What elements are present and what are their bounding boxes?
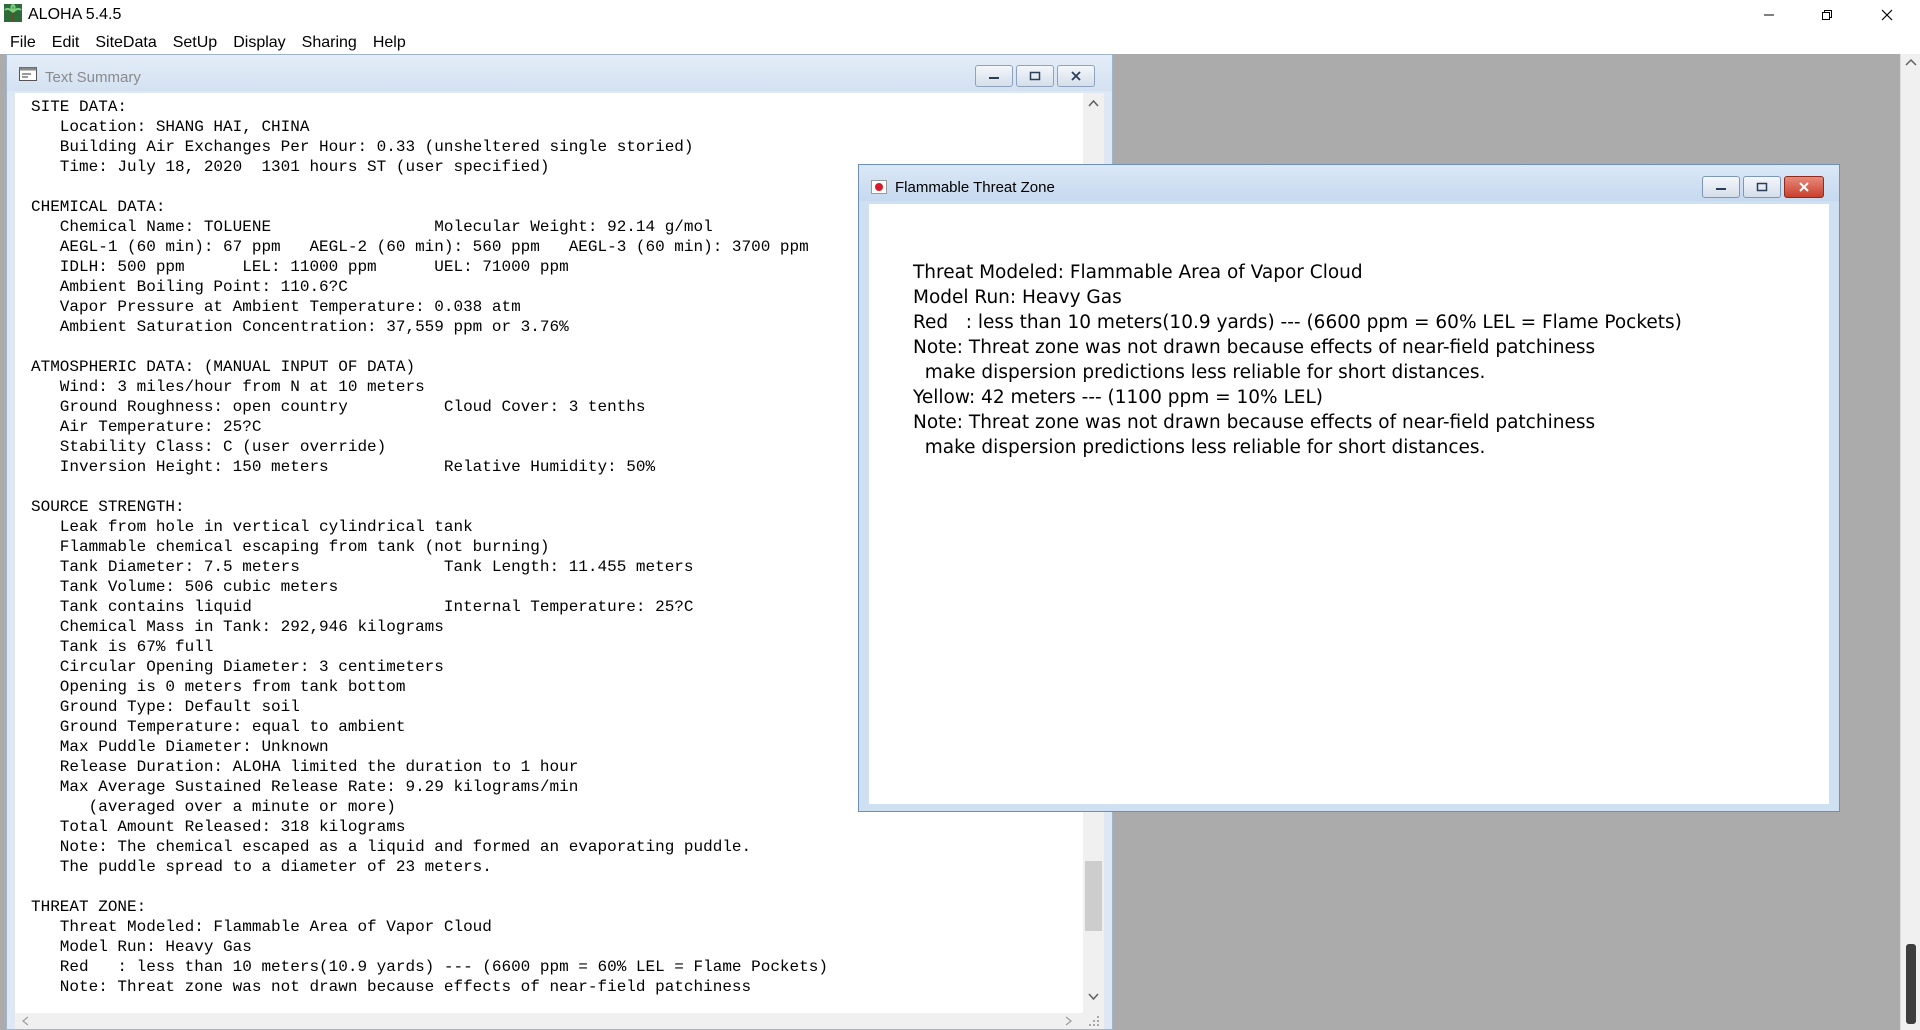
restore-icon <box>1822 10 1832 20</box>
palm-tree-icon <box>4 4 22 22</box>
menu-sitedata[interactable]: SiteData <box>87 32 164 54</box>
summary-line: Ground Roughness: open country Cloud Cov… <box>59 398 646 416</box>
menu-display[interactable]: Display <box>225 32 293 54</box>
threat-zone-line: make dispersion predictions less reliabl… <box>913 437 1486 458</box>
minimize-icon <box>1764 14 1774 16</box>
summary-line: Opening is 0 meters from tank bottom <box>59 678 406 696</box>
summary-line: Wind: 3 miles/hour from N at 10 meters <box>59 378 425 396</box>
summary-line: Note: The chemical escaped as a liquid a… <box>59 838 752 856</box>
summary-scroll-thumb[interactable] <box>1085 861 1102 931</box>
workspace-scroll-thumb[interactable] <box>1906 944 1916 1024</box>
summary-line: SOURCE STRENGTH: <box>31 498 185 516</box>
japan-flag-icon <box>871 180 887 194</box>
menu-file[interactable]: File <box>2 32 44 54</box>
summary-line: THREAT ZONE: <box>31 898 147 916</box>
scroll-up-icon[interactable] <box>1088 99 1099 107</box>
summary-line: Red : less than 10 meters(10.9 yards) --… <box>59 958 828 976</box>
app-close-button[interactable] <box>1864 0 1910 30</box>
scroll-up-icon[interactable] <box>1905 58 1917 66</box>
text-summary-title: Text Summary <box>45 69 141 86</box>
summary-line: Ground Type: Default soil <box>59 698 300 716</box>
summary-line: Max Average Sustained Release Rate: 9.29… <box>59 778 579 796</box>
summary-line: Leak from hole in vertical cylindrical t… <box>59 518 473 536</box>
summary-line: Note: Threat zone was not drawn because … <box>59 978 752 996</box>
summary-line: The puddle spread to a diameter of 23 me… <box>59 858 492 876</box>
flammable-threat-zone-window: Flammable Threat Zone Threat Modeled: Fl… <box>858 164 1840 812</box>
summary-line: Threat Modeled: Flammable Area of Vapor … <box>59 918 492 936</box>
summary-line: Max Puddle Diameter: Unknown <box>59 738 329 756</box>
summary-line: Tank Diameter: 7.5 meters Tank Length: 1… <box>59 558 694 576</box>
text-summary-titlebar[interactable]: Text Summary <box>7 55 1112 91</box>
threat-zone-content: Threat Modeled: Flammable Area of Vapor … <box>869 204 1829 804</box>
summary-line: Flammable chemical escaping from tank (n… <box>59 538 550 556</box>
threat-close-button[interactable] <box>1784 176 1824 198</box>
summary-line: Ambient Saturation Concentration: 37,559… <box>59 318 569 336</box>
menu-sharing[interactable]: Sharing <box>294 32 365 54</box>
threat-zone-text: Threat Modeled: Flammable Area of Vapor … <box>913 260 1682 460</box>
workspace-scrollbar[interactable] <box>1900 54 1920 1030</box>
summary-line: IDLH: 500 ppm LEL: 11000 ppm UEL: 71000 … <box>59 258 569 276</box>
summary-line: Inversion Height: 150 meters Relative Hu… <box>59 458 656 476</box>
summary-line: Circular Opening Diameter: 3 centimeters <box>59 658 444 676</box>
summary-line: Ambient Boiling Point: 110.6?C <box>59 278 348 296</box>
summary-line: Building Air Exchanges Per Hour: 0.33 (u… <box>59 138 694 156</box>
menu-setup[interactable]: SetUp <box>165 32 225 54</box>
menu-edit[interactable]: Edit <box>44 32 88 54</box>
minimize-icon <box>1716 188 1726 190</box>
summary-line: Air Temperature: 25?C <box>59 418 262 436</box>
app-restore-button[interactable] <box>1804 0 1850 30</box>
minimize-icon <box>989 77 999 79</box>
summary-line: ATMOSPHERIC DATA: (MANUAL INPUT OF DATA) <box>31 358 416 376</box>
size-grip[interactable] <box>1083 1013 1104 1029</box>
threat-zone-line: Threat Modeled: Flammable Area of Vapor … <box>913 262 1363 283</box>
close-icon <box>1881 9 1893 21</box>
summary-line: Vapor Pressure at Ambient Temperature: 0… <box>59 298 521 316</box>
close-icon <box>1799 182 1809 192</box>
summary-line: Tank contains liquid Internal Temperatur… <box>59 598 694 616</box>
threat-zone-line: Note: Threat zone was not drawn because … <box>913 412 1596 433</box>
summary-line: Stability Class: C (user override) <box>59 438 387 456</box>
threat-maximize-button[interactable] <box>1743 176 1781 198</box>
summary-minimize-button[interactable] <box>975 65 1013 87</box>
scroll-left-icon[interactable] <box>21 1016 29 1026</box>
scroll-right-icon[interactable] <box>1065 1016 1073 1026</box>
summary-line: Ground Temperature: equal to ambient <box>59 718 406 736</box>
summary-line: Chemical Mass in Tank: 292,946 kilograms <box>59 618 444 636</box>
size-grip-icon <box>1089 1016 1099 1026</box>
threat-zone-line: Note: Threat zone was not drawn because … <box>913 337 1596 358</box>
summary-close-button[interactable] <box>1057 65 1095 87</box>
summary-line: Total Amount Released: 318 kilograms <box>59 818 406 836</box>
summary-line: Chemical Name: TOLUENE Molecular Weight:… <box>59 218 713 236</box>
app-minimize-button[interactable] <box>1746 0 1792 30</box>
maximize-icon <box>1756 182 1768 192</box>
menu-bar: File Edit SiteData SetUp Display Sharing… <box>0 30 1920 56</box>
summary-line: AEGL-1 (60 min): 67 ppm AEGL-2 (60 min):… <box>59 238 809 256</box>
summary-line: Tank is 67% full <box>59 638 214 656</box>
summary-line: SITE DATA: <box>31 98 128 116</box>
summary-line: Time: July 18, 2020 1301 hours ST (user … <box>59 158 550 176</box>
scroll-down-icon[interactable] <box>1088 993 1099 1001</box>
summary-maximize-button[interactable] <box>1016 65 1054 87</box>
threat-zone-line: Model Run: Heavy Gas <box>913 287 1122 308</box>
threat-zone-line: make dispersion predictions less reliabl… <box>913 362 1486 383</box>
menu-help[interactable]: Help <box>365 32 414 54</box>
summary-line: Model Run: Heavy Gas <box>59 938 252 956</box>
threat-zone-titlebar[interactable]: Flammable Threat Zone <box>859 165 1839 201</box>
summary-line: (averaged over a minute or more) <box>88 798 396 816</box>
summary-line: Release Duration: ALOHA limited the dura… <box>59 758 579 776</box>
summary-line: Tank Volume: 506 cubic meters <box>59 578 339 596</box>
threat-zone-line: Red : less than 10 meters(10.9 yards) --… <box>913 312 1682 333</box>
close-icon <box>1071 71 1081 81</box>
threat-minimize-button[interactable] <box>1702 176 1740 198</box>
maximize-icon <box>1029 71 1041 81</box>
text-document-icon <box>19 67 37 81</box>
summary-line: CHEMICAL DATA: <box>31 198 166 216</box>
app-titlebar: ALOHA 5.4.5 <box>0 0 1920 30</box>
summary-horizontal-scrollbar[interactable] <box>15 1013 1083 1029</box>
threat-zone-line: Yellow: 42 meters --- (1100 ppm = 10% LE… <box>913 387 1324 408</box>
summary-line: Location: SHANG HAI, CHINA <box>59 118 310 136</box>
app-title: ALOHA 5.4.5 <box>28 6 122 23</box>
threat-zone-title: Flammable Threat Zone <box>895 179 1055 196</box>
